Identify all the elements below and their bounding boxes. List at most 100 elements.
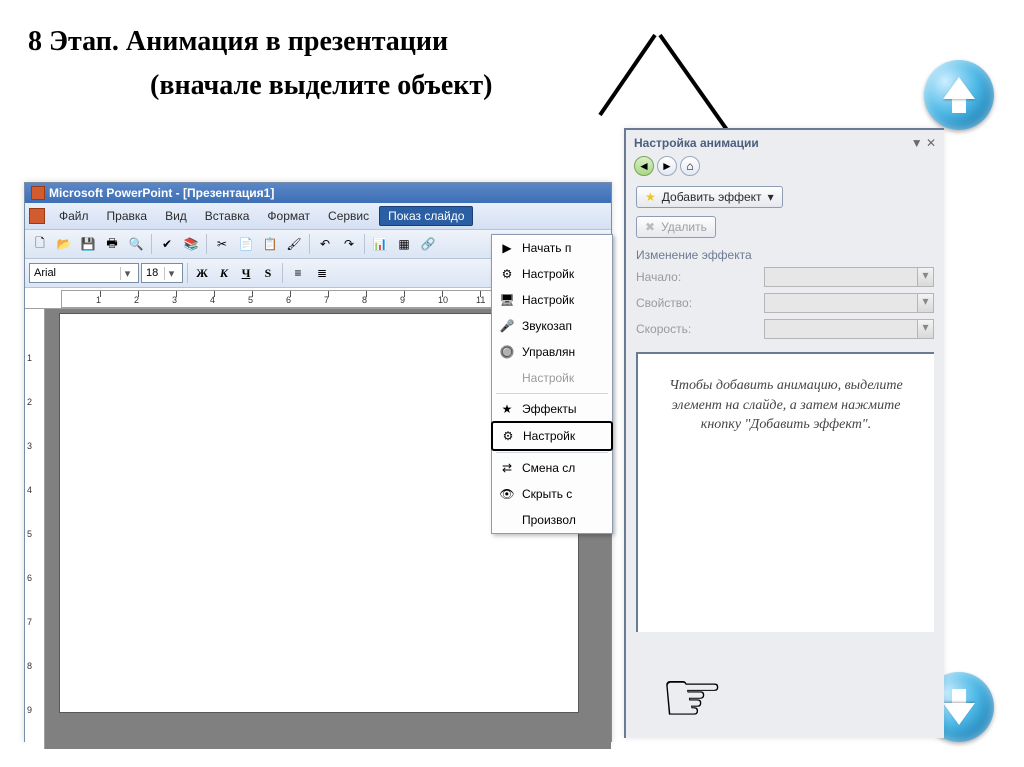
menu-item-icon: 🔘 — [498, 343, 516, 361]
chevron-down-icon: ▾ — [120, 267, 134, 280]
nav-home-icon[interactable]: ⌂ — [680, 156, 700, 176]
menu-tools[interactable]: Сервис — [320, 207, 377, 225]
font-combo[interactable]: Arial▾ — [29, 263, 139, 283]
menu-item-label: Произвол — [522, 513, 576, 527]
spell-icon[interactable]: ✔ — [156, 233, 178, 255]
menu-item-label: Эффекты — [522, 402, 577, 416]
chevron-down-icon: ▾ — [917, 294, 933, 312]
menu-item-icon: ⚙ — [499, 427, 517, 445]
menu-item-label: Настройк — [522, 267, 574, 281]
menu-item-label: Настройк — [522, 293, 574, 307]
menu-item-icon: ▶ — [498, 239, 516, 257]
save-icon[interactable]: 💾 — [77, 233, 99, 255]
menu-bar: Файл Правка Вид Вставка Формат Сервис По… — [25, 203, 611, 230]
research-icon[interactable]: 📚 — [180, 233, 202, 255]
nav-back-icon[interactable]: ◄ — [634, 156, 654, 176]
slideshow-dropdown: ▶ Начать п ⚙ Настройк 🖥 Настройк 🎤 Звукозап 🔘 Упр… — [491, 234, 613, 534]
menu-item[interactable]: 🔘 Управлян — [492, 339, 612, 365]
menu-item[interactable]: Произвол — [492, 507, 612, 533]
panel-controls[interactable]: ▼ ✕ — [911, 136, 936, 150]
start-combo: ▾ — [764, 267, 934, 287]
nav-up-button[interactable] — [924, 60, 994, 130]
menu-view[interactable]: Вид — [157, 207, 195, 225]
arrow-down-icon — [943, 703, 975, 725]
star-icon: ★ — [645, 190, 656, 204]
window-title: Microsoft PowerPoint - [Презентация1] — [49, 186, 274, 200]
chevron-down-icon: ▾ — [917, 268, 933, 286]
menu-item-label: Начать п — [522, 241, 571, 255]
menu-item-label: Звукозап — [522, 319, 572, 333]
menu-item[interactable]: 🖥 Настройк — [492, 287, 612, 313]
powerpoint-icon — [31, 186, 45, 200]
new-icon[interactable]: 🗋 — [29, 233, 51, 255]
menu-item: Настройк — [492, 365, 612, 391]
hand-pointer-icon: ☞ — [660, 655, 725, 739]
menu-insert[interactable]: Вставка — [197, 207, 258, 225]
remove-button: ✖ Удалить — [636, 216, 716, 238]
menu-file[interactable]: Файл — [51, 207, 97, 225]
menu-item-icon: ★ — [498, 400, 516, 418]
open-icon[interactable]: 📂 — [53, 233, 75, 255]
cut-icon[interactable]: ✂ — [211, 233, 233, 255]
shadow-button[interactable]: S — [258, 263, 278, 283]
menu-item-label: Смена сл — [522, 461, 575, 475]
align-center-icon[interactable]: ≣ — [311, 262, 333, 284]
menu-slideshow[interactable]: Показ слайдо — [379, 206, 473, 226]
menu-edit[interactable]: Правка — [99, 207, 156, 225]
menu-item-icon: ⚙ — [498, 265, 516, 283]
paste-icon[interactable]: 📋 — [259, 233, 281, 255]
slide-subtitle: (вначале выделите объект) — [150, 70, 493, 102]
preview-icon[interactable]: 🔍 — [125, 233, 147, 255]
bold-button[interactable]: Ж — [192, 263, 212, 283]
underline-button[interactable]: Ч — [236, 263, 256, 283]
chevron-down-icon: ▾ — [768, 190, 774, 204]
copy-icon[interactable]: 📄 — [235, 233, 257, 255]
menu-item-icon — [498, 511, 516, 529]
chevron-down-icon: ▾ — [164, 267, 178, 280]
effect-section-label: Изменение эффекта — [626, 242, 944, 264]
animation-hint-text: Чтобы добавить анимацию, выделите элемен… — [654, 376, 918, 435]
animation-hint-area: Чтобы добавить анимацию, выделите элемен… — [636, 352, 934, 632]
chart-icon[interactable]: 📊 — [369, 233, 391, 255]
font-size-combo[interactable]: 18▾ — [141, 263, 183, 283]
menu-item[interactable]: ▶ Начать п — [492, 235, 612, 261]
menu-item-label: Управлян — [522, 345, 575, 359]
format-painter-icon[interactable]: 🖌 — [283, 233, 305, 255]
arrow-up-icon — [943, 77, 975, 99]
menu-item-icon — [498, 369, 516, 387]
menu-item-icon: ⇄ — [498, 459, 516, 477]
add-effect-button[interactable]: ★ Добавить эффект ▾ — [636, 186, 783, 208]
menu-item-icon: 🎤 — [498, 317, 516, 335]
menu-item[interactable]: ★ Эффекты — [492, 396, 612, 422]
panel-title: Настройка анимации — [634, 136, 759, 150]
hyperlink-icon[interactable]: 🔗 — [417, 233, 439, 255]
menu-item[interactable]: 🎤 Звукозап — [492, 313, 612, 339]
nav-fwd-icon[interactable]: ► — [657, 156, 677, 176]
window-titlebar: Microsoft PowerPoint - [Презентация1] — [25, 183, 611, 203]
menu-item[interactable]: ⚙ Настройк — [492, 261, 612, 287]
menu-item-icon: 👁 — [498, 485, 516, 503]
menu-format[interactable]: Формат — [259, 207, 318, 225]
menu-item-label: Скрыть с — [522, 487, 572, 501]
animation-panel: Настройка анимации ▼ ✕ ◄ ► ⌂ ★ Добавить … — [624, 128, 944, 738]
menu-item-label: Настройк — [523, 429, 575, 443]
menu-item[interactable]: 👁 Скрыть с — [492, 481, 612, 507]
menu-item[interactable]: ⇄ Смена сл — [492, 455, 612, 481]
property-combo: ▾ — [764, 293, 934, 313]
speed-label: Скорость: — [636, 322, 691, 336]
vertical-ruler: 123456789 — [25, 309, 45, 749]
print-icon[interactable]: 🖶 — [101, 233, 123, 255]
menu-item-icon: 🖥 — [498, 291, 516, 309]
start-label: Начало: — [636, 270, 681, 284]
align-left-icon[interactable]: ≡ — [287, 262, 309, 284]
menu-item-label: Настройк — [522, 371, 574, 385]
menu-item[interactable]: ⚙ Настройк — [491, 421, 613, 451]
speed-combo: ▾ — [764, 319, 934, 339]
undo-icon[interactable]: ↶ — [314, 233, 336, 255]
remove-icon: ✖ — [645, 220, 655, 234]
italic-button[interactable]: К — [214, 263, 234, 283]
table-icon[interactable]: ▦ — [393, 233, 415, 255]
redo-icon[interactable]: ↷ — [338, 233, 360, 255]
chevron-down-icon: ▾ — [917, 320, 933, 338]
property-label: Свойство: — [636, 296, 692, 310]
